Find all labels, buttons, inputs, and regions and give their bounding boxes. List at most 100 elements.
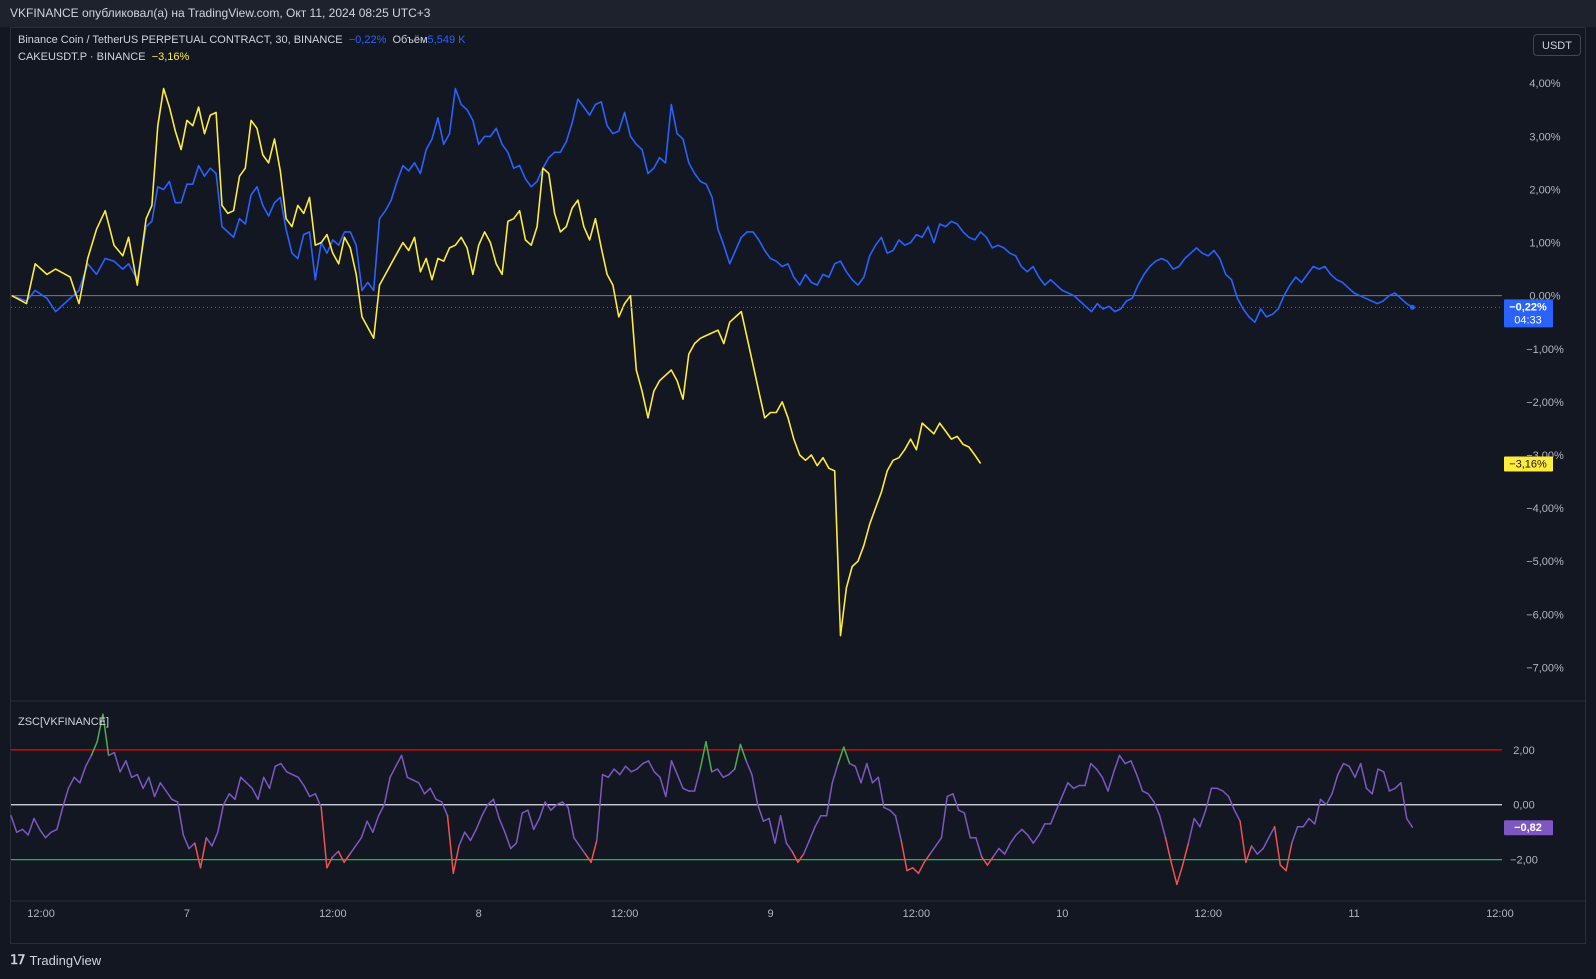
zsc-segment (205, 836, 213, 847)
zsc-segment (607, 768, 615, 779)
zsc-segment (406, 776, 414, 781)
zsc-segment (1394, 782, 1402, 790)
x-tick-label: 12:00 (319, 908, 347, 920)
zsc-segment (642, 760, 650, 765)
zsc-segment (1302, 817, 1310, 828)
zsc-segment (917, 861, 925, 875)
footer-brand[interactable]: 𝟣𝟩 TradingView (10, 952, 101, 968)
zsc-segment (113, 751, 121, 773)
zsc-segment (1325, 793, 1333, 806)
zsc-segment (176, 801, 185, 836)
zsc-segment (349, 845, 357, 855)
zsc-segment (722, 773, 730, 779)
time-axis: 12:00 7 12:00 8 12:00 9 12:00 10 12:00 11 12:00 (11, 900, 1585, 920)
zsc-segment (762, 817, 770, 822)
zsc-segment (1124, 760, 1132, 765)
bnb-price-badge-label: −0,22% (1509, 301, 1547, 313)
zsc-segment (245, 782, 253, 790)
zsc-segment (73, 776, 81, 784)
zsc-segment (435, 798, 443, 803)
zsc-segment (1026, 834, 1035, 844)
zsc-segment (1227, 795, 1236, 811)
zsc-segment (119, 760, 127, 773)
zsc-segment (136, 773, 144, 790)
zsc-segment (854, 765, 862, 784)
indicator-legend[interactable]: ZSC[VKFINANCE] (18, 716, 109, 728)
zsc-segment (1084, 762, 1092, 787)
x-tick-label: 10 (1056, 908, 1068, 920)
zsc-segment (509, 842, 518, 850)
y-tick-label: −6,00% (1526, 609, 1564, 621)
zsc-segment (728, 768, 736, 776)
zsc-segment (1158, 814, 1167, 839)
zsc-segment (320, 806, 328, 869)
zsc-segment (15, 828, 24, 833)
zsc-segment (848, 762, 857, 768)
zsc-segment (889, 809, 897, 817)
zsc-segment (808, 825, 816, 842)
zsc-segment (274, 762, 282, 768)
zsc-segment (1067, 782, 1075, 790)
zsc-segment (481, 803, 489, 817)
zsc-pane: 2,00 0,00 −2,00 −0,82 (10, 713, 1553, 886)
zsc-segment (188, 842, 196, 850)
x-tick-label: 9 (767, 908, 773, 920)
zsc-segment (619, 765, 627, 776)
zsc-segment (429, 787, 437, 801)
zsc-segment (331, 850, 340, 858)
zsc-segment (573, 836, 581, 847)
zsc-segment (228, 793, 236, 801)
zsc-segment (90, 740, 98, 757)
zsc-segment (1268, 825, 1276, 839)
zsc-segment (1003, 842, 1012, 855)
zsc-segment (1400, 782, 1408, 820)
zsc-segment (567, 806, 575, 839)
zsc-segment (1153, 801, 1161, 817)
zsc-segment (1342, 762, 1350, 768)
zsc-segment (1141, 790, 1149, 795)
zsc-segment (665, 760, 673, 798)
zsc-segment (1181, 842, 1190, 866)
zsc-segment (107, 751, 116, 757)
zsc-segment (527, 809, 535, 831)
zsc-segment (463, 831, 472, 842)
zsc-y-tick-label: 2,00 (1513, 745, 1534, 757)
zsc-segment (285, 771, 294, 776)
zsc-segment (412, 779, 420, 784)
zsc-segment (458, 831, 466, 847)
zsc-segment (308, 793, 317, 798)
indicator-label[interactable]: ZSC[VKFINANCE] (18, 716, 109, 728)
y-tick-label: −5,00% (1526, 556, 1564, 568)
zsc-segment (1405, 817, 1414, 828)
zsc-segment (446, 814, 455, 875)
zsc-segment (303, 784, 311, 798)
zsc-segment (148, 776, 156, 798)
zsc-segment (745, 760, 753, 776)
zsc-segment (314, 793, 322, 809)
zsc-segment (934, 836, 943, 847)
zsc-segment (44, 831, 52, 839)
y-tick-label: −4,00% (1526, 503, 1564, 515)
zsc-segment (326, 856, 334, 869)
zsc-segment (291, 773, 299, 779)
zsc-segment (980, 856, 989, 866)
zsc-segment (1118, 754, 1126, 765)
zsc-segment (1239, 820, 1247, 864)
zsc-segment (1308, 817, 1316, 825)
zsc-segment (441, 801, 449, 817)
zsc-segment (992, 847, 1000, 858)
zsc-segment (1222, 790, 1230, 798)
y-tick-label: 1,00% (1529, 238, 1560, 250)
x-tick-label: 7 (184, 908, 190, 920)
zsc-segment (1377, 768, 1385, 773)
cake-series-line (11, 87, 982, 637)
x-tick-label: 12:00 (611, 908, 639, 920)
zsc-segment (998, 847, 1006, 855)
zsc-segment (33, 817, 41, 831)
zsc-segment (929, 845, 937, 855)
x-tick-label: 12:00 (1194, 908, 1222, 920)
chart-canvas[interactable]: 4,00%3,00%2,00%1,00%0,00%−1,00%−2,00%−3,… (0, 0, 1596, 979)
zsc-segment (1256, 847, 1264, 855)
y-tick-label: −7,00% (1526, 662, 1564, 674)
zsc-segment (498, 817, 506, 833)
